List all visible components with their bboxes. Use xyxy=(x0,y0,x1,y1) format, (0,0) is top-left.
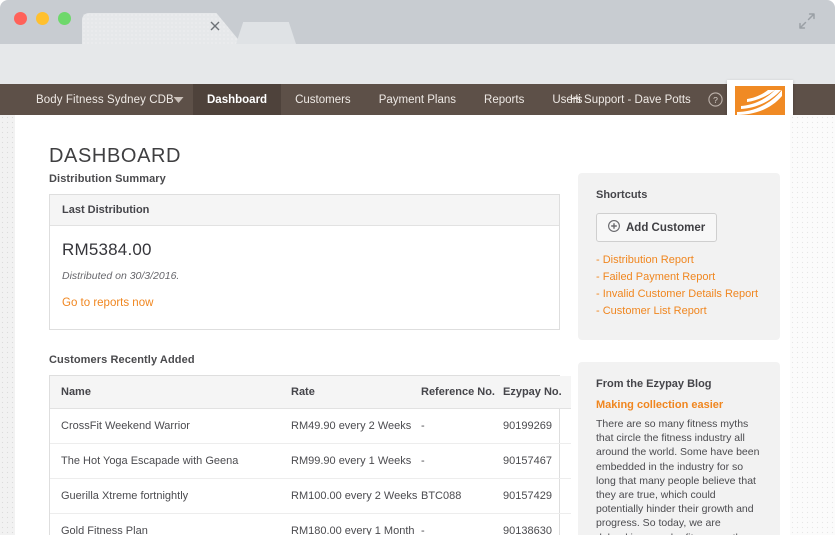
column-header-reference-no[interactable]: Reference No. xyxy=(421,376,503,409)
nav-item-customers[interactable]: Customers xyxy=(281,84,365,115)
ezypay-logo-mark xyxy=(735,86,785,118)
company-name: Body Fitness Sydney CDB xyxy=(36,93,174,106)
user-greeting[interactable]: Hi Support - Dave Potts xyxy=(570,84,691,115)
blog-post-link[interactable]: Making collection easier xyxy=(596,399,762,411)
column-header-rate[interactable]: Rate xyxy=(291,376,421,409)
shortcuts-panel: Shortcuts Add Customer - Distribution Re… xyxy=(578,173,780,340)
cell-rate: RM100.00 every 2 Weeks xyxy=(291,478,421,514)
plus-circle-icon xyxy=(608,220,620,235)
new-tab-button[interactable] xyxy=(236,22,296,44)
minimize-window-button[interactable] xyxy=(36,12,49,25)
cell-ezypay-no: 90157467 xyxy=(503,443,571,479)
browser-toolbar xyxy=(0,44,835,121)
distribution-summary-label: Distribution Summary xyxy=(49,173,166,185)
add-customer-label: Add Customer xyxy=(626,221,706,234)
shortcut-invalid-customer-details-report[interactable]: - Invalid Customer Details Report xyxy=(596,288,762,300)
table-row[interactable]: Gold Fitness Plan RM180.00 every 1 Month… xyxy=(50,513,571,535)
blog-panel: From the Ezypay Blog Making collection e… xyxy=(578,362,780,535)
app-navbar: Body Fitness Sydney CDB Dashboard Custom… xyxy=(0,84,835,115)
user-greeting-label: Hi Support - Dave Potts xyxy=(570,93,691,106)
window-controls[interactable] xyxy=(14,12,71,25)
page-content: DASHBOARD Distribution Summary Last Dist… xyxy=(0,115,835,535)
cell-name: Gold Fitness Plan xyxy=(50,513,291,535)
cell-reference-no: - xyxy=(421,443,503,479)
cell-ezypay-no: 90138630 xyxy=(503,513,571,535)
shortcuts-title: Shortcuts xyxy=(596,189,648,201)
cell-reference-no: - xyxy=(421,513,503,535)
cell-name: Guerilla Xtreme fortnightly xyxy=(50,478,291,514)
customers-table-head: Name Rate Reference No. Ezypay No. xyxy=(50,376,571,409)
sidebar-column: Shortcuts Add Customer - Distribution Re… xyxy=(578,173,780,535)
app-nav-items: Dashboard Customers Payment Plans Report… xyxy=(193,84,596,115)
cell-reference-no: BTC088 xyxy=(421,478,503,514)
customers-table: Name Rate Reference No. Ezypay No. Cross… xyxy=(50,376,571,535)
nav-label: Customers xyxy=(295,93,351,106)
blog-excerpt: There are so many fitness myths that cir… xyxy=(596,418,760,535)
distribution-amount: RM5384.00 xyxy=(62,240,152,259)
customers-recently-added-label: Customers Recently Added xyxy=(49,354,195,366)
browser-chrome xyxy=(0,0,835,121)
shortcut-customer-list-report[interactable]: - Customer List Report xyxy=(596,305,762,317)
last-distribution-card: Last Distribution RM5384.00 Distributed … xyxy=(49,194,560,330)
distribution-date: Distributed on 30/3/2016. xyxy=(62,270,180,282)
page-edge-left xyxy=(0,115,15,535)
nav-item-reports[interactable]: Reports xyxy=(470,84,538,115)
nav-item-dashboard[interactable]: Dashboard xyxy=(193,84,282,115)
nav-label: Payment Plans xyxy=(378,93,457,106)
last-distribution-header: Last Distribution xyxy=(50,195,559,226)
nav-label: Dashboard xyxy=(207,93,268,106)
nav-item-payment-plans[interactable]: Payment Plans xyxy=(365,84,470,115)
cell-rate: RM49.90 every 2 Weeks xyxy=(291,408,421,444)
table-row[interactable]: The Hot Yoga Escapade with Geena RM99.90… xyxy=(50,443,571,479)
cell-ezypay-no: 90157429 xyxy=(503,478,571,514)
main-column: Distribution Summary Last Distribution R… xyxy=(49,173,571,535)
chevron-down-icon[interactable] xyxy=(173,84,184,115)
cell-name: CrossFit Weekend Warrior xyxy=(50,408,291,444)
expand-fullscreen-icon[interactable] xyxy=(797,11,817,31)
nav-label: Reports xyxy=(484,93,525,106)
shortcut-links: - Distribution Report - Failed Payment R… xyxy=(596,254,762,317)
close-window-button[interactable] xyxy=(14,12,27,25)
go-to-reports-link[interactable]: Go to reports now xyxy=(62,297,153,309)
cell-name: The Hot Yoga Escapade with Geena xyxy=(50,443,291,479)
tab-close-icon[interactable] xyxy=(208,19,222,33)
cell-ezypay-no: 90199269 xyxy=(503,408,571,444)
table-header-row: Name Rate Reference No. Ezypay No. xyxy=(50,376,571,409)
help-icon[interactable]: ? xyxy=(708,92,723,107)
browser-window: Body Fitness Sydney CDB Dashboard Custom… xyxy=(0,0,835,535)
company-selector[interactable]: Body Fitness Sydney CDB xyxy=(36,84,174,115)
cell-rate: RM180.00 every 1 Month xyxy=(291,513,421,535)
customers-table-body: CrossFit Weekend Warrior RM49.90 every 2… xyxy=(50,408,571,535)
customers-table-card: Name Rate Reference No. Ezypay No. Cross… xyxy=(49,375,571,535)
svg-text:?: ? xyxy=(713,95,718,105)
table-row[interactable]: Guerilla Xtreme fortnightly RM100.00 eve… xyxy=(50,478,571,514)
cell-rate: RM99.90 every 1 Weeks xyxy=(291,443,421,479)
maximize-window-button[interactable] xyxy=(58,12,71,25)
column-header-ezypay-no[interactable]: Ezypay No. xyxy=(503,376,571,409)
last-distribution-body: RM5384.00 Distributed on 30/3/2016. Go t… xyxy=(50,226,559,329)
column-header-name[interactable]: Name xyxy=(50,376,291,409)
browser-titlebar xyxy=(0,0,835,44)
page-title: DASHBOARD xyxy=(49,145,182,168)
add-customer-button[interactable]: Add Customer xyxy=(596,213,718,242)
shortcut-failed-payment-report[interactable]: - Failed Payment Report xyxy=(596,271,762,283)
table-row[interactable]: CrossFit Weekend Warrior RM49.90 every 2… xyxy=(50,408,571,444)
blog-title: From the Ezypay Blog xyxy=(596,378,712,390)
page-edge-right xyxy=(790,115,835,535)
cell-reference-no: - xyxy=(421,408,503,444)
shortcut-distribution-report[interactable]: - Distribution Report xyxy=(596,254,762,266)
